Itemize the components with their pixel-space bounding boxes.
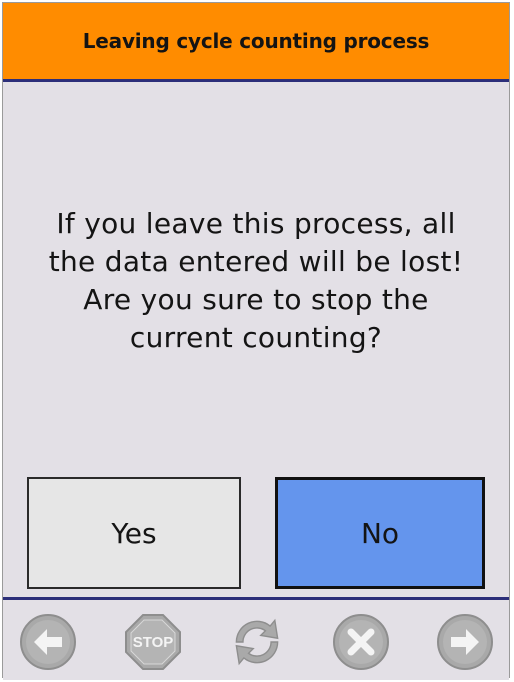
no-button-label: No (360, 516, 400, 550)
back-button[interactable] (18, 612, 78, 672)
close-icon (333, 614, 389, 670)
stop-button[interactable]: STOP (123, 612, 183, 672)
title-bar: Leaving cycle counting process (3, 3, 509, 82)
refresh-icon (235, 618, 279, 666)
no-button[interactable]: No (275, 477, 485, 589)
stop-icon: STOP (125, 614, 181, 670)
cancel-button[interactable] (331, 612, 391, 672)
confirmation-message: If you leave this process, all the data … (48, 207, 464, 354)
yes-button-label: Yes (111, 516, 157, 550)
forward-button[interactable] (435, 612, 495, 672)
dialog-title: Leaving cycle counting process (82, 29, 430, 53)
dialog-window: Leaving cycle counting process If you le… (2, 2, 510, 680)
stop-icon-label: STOP (133, 634, 174, 651)
arrow-right-icon (437, 614, 493, 670)
yes-button[interactable]: Yes (27, 477, 241, 589)
refresh-button[interactable] (227, 612, 287, 672)
bottom-toolbar: STOP (3, 597, 509, 680)
arrow-left-icon (20, 614, 76, 670)
